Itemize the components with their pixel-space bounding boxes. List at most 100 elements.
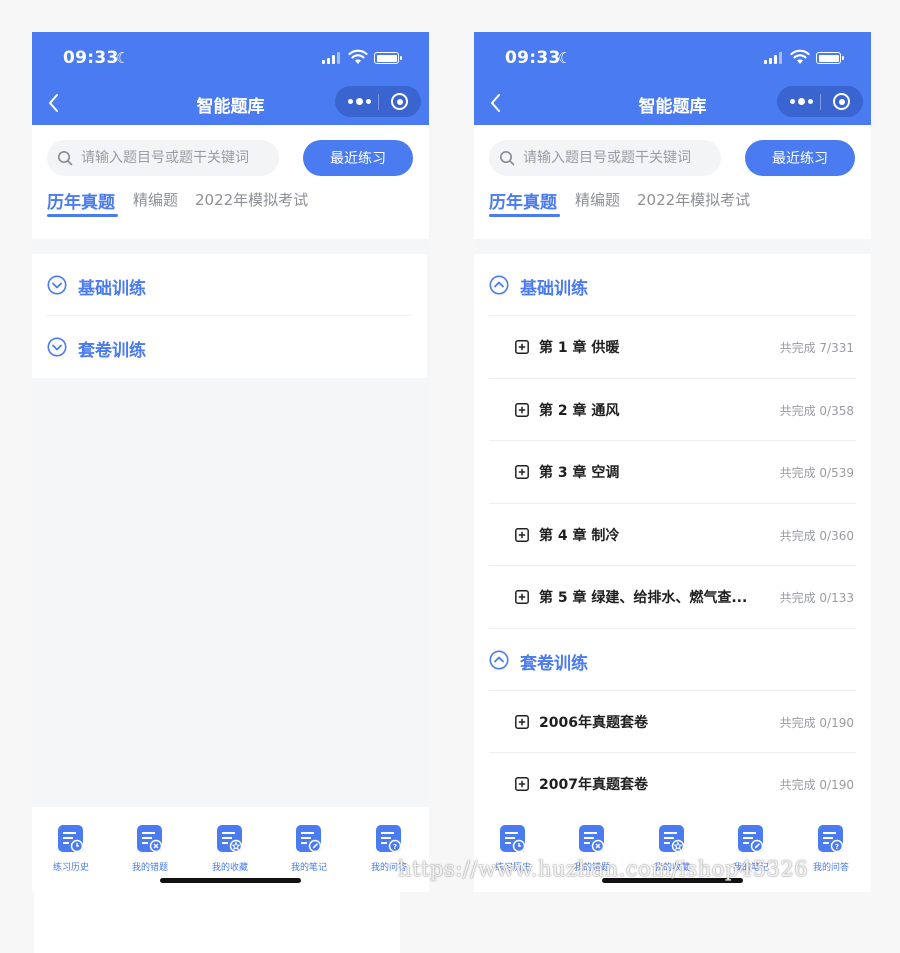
toolbar-favorites[interactable]: 我的收藏 [193, 825, 267, 877]
chevron-down-circle-icon [47, 275, 67, 295]
tab-past-exams[interactable]: 历年真题 [47, 188, 118, 217]
paper-title: 2007年真题套卷 [539, 777, 648, 793]
paper-progress: 共完成 0/190 [779, 715, 854, 730]
chapter-title: 第 5 章 绿建、给排水、燃气查... [539, 590, 748, 606]
chapter-row[interactable]: 第 3 章 空调 共完成 0/539 [474, 441, 871, 504]
watermark-text: https://www.huzhan.com/ishop45326 [398, 857, 809, 881]
history-icon [58, 825, 84, 853]
active-tab-underline [47, 214, 118, 217]
more-icon[interactable] [347, 86, 377, 117]
signal-icon [322, 52, 342, 64]
mini-program-capsule [335, 86, 421, 117]
plus-square-icon[interactable] [515, 777, 529, 791]
paper-progress: 共完成 0/190 [779, 778, 854, 792]
chapter-progress: 共完成 0/133 [779, 591, 854, 605]
section-paper-training[interactable]: 套卷训练 [32, 316, 427, 378]
svg-text:?: ? [835, 843, 839, 851]
search-input[interactable] [81, 140, 273, 176]
notes-icon [296, 825, 322, 853]
tab-curated[interactable]: 精编题 [133, 189, 178, 210]
phone-screen-collapsed: 09:33 ☾ 智能题库 最近练习 历年真题 精编题 2022年模拟考试 基础训… [32, 32, 429, 892]
svg-text:?: ? [393, 843, 397, 851]
nav-bar: 智能题库 [474, 82, 871, 125]
blank-panel [34, 892, 400, 953]
tab-mock-exam[interactable]: 2022年模拟考试 [195, 189, 308, 210]
toolbar-wrong-questions[interactable]: 我的错题 [113, 825, 187, 877]
chapter-progress: 共完成 0/539 [779, 466, 854, 480]
phone-screen-expanded: 09:33 ☾ 智能题库 最近练习 历年真题 精编题 2022年模拟考试 基础训… [474, 32, 871, 892]
recent-practice-button[interactable]: 最近练习 [303, 140, 413, 176]
qa-icon: ? [818, 825, 844, 853]
section-list: 基础训练 套卷训练 [32, 254, 427, 378]
tab-past-exams[interactable]: 历年真题 [489, 188, 560, 217]
section-title: 套卷训练 [78, 341, 146, 361]
section-title: 基础训练 [78, 279, 146, 299]
chapter-progress: 共完成 0/360 [779, 528, 854, 543]
battery-icon [374, 52, 402, 64]
section-title: 基础训练 [520, 279, 588, 299]
capsule-divider [820, 94, 821, 110]
paper-row[interactable]: 2006年真题套卷 共完成 0/190 [474, 691, 871, 753]
toolbar-history[interactable]: 练习历史 [34, 825, 108, 877]
wifi-icon [790, 49, 810, 64]
chapter-progress: 共完成 7/331 [779, 341, 854, 355]
toolbar-label: 我的错题 [131, 863, 168, 873]
status-bar: 09:33 ☾ [32, 32, 429, 82]
active-tab-underline [489, 214, 560, 217]
chapter-row[interactable]: 第 1 章 供暖 共完成 7/331 [474, 316, 871, 379]
home-indicator [160, 878, 301, 883]
chapter-progress: 共完成 0/358 [779, 403, 854, 418]
toolbar-label: 我的收藏 [211, 863, 248, 873]
status-time: 09:33 [505, 48, 561, 68]
favorites-icon [217, 825, 243, 853]
section-basic-training[interactable]: 基础训练 [32, 254, 427, 316]
moon-icon: ☾ [558, 49, 572, 67]
toolbar-label: 我的笔记 [290, 863, 327, 873]
search-icon [500, 151, 515, 166]
toolbar-notes[interactable]: 我的笔记 [272, 825, 346, 877]
favorites-icon [659, 825, 685, 853]
chevron-up-circle-icon [489, 650, 509, 669]
plus-square-icon[interactable] [515, 465, 529, 479]
chapter-title: 第 1 章 供暖 [539, 340, 620, 356]
status-bar: 09:33 ☾ [474, 32, 871, 82]
plus-square-icon[interactable] [515, 527, 529, 542]
capsule-divider [378, 94, 379, 110]
more-icon[interactable] [789, 86, 819, 117]
search-box [489, 140, 721, 176]
wrong-questions-icon [579, 825, 605, 853]
close-miniprogram-icon[interactable] [391, 93, 408, 110]
search-icon [58, 151, 73, 166]
battery-icon [816, 52, 844, 64]
chapter-row[interactable]: 第 5 章 绿建、给排水、燃气查... 共完成 0/133 [474, 566, 871, 629]
chapter-title: 第 4 章 制冷 [539, 527, 620, 544]
chapter-row[interactable]: 第 2 章 通风 共完成 0/358 [474, 379, 871, 441]
plus-square-icon[interactable] [515, 714, 529, 729]
signal-icon [764, 52, 784, 64]
search-input[interactable] [523, 140, 715, 176]
tab-mock-exam[interactable]: 2022年模拟考试 [637, 189, 750, 210]
plus-square-icon[interactable] [515, 590, 529, 604]
chapter-row[interactable]: 第 4 章 制冷 共完成 0/360 [474, 504, 871, 566]
search-box [47, 140, 279, 176]
close-miniprogram-icon[interactable] [833, 93, 850, 110]
status-time: 09:33 [63, 48, 119, 68]
wrong-questions-icon [137, 825, 163, 853]
toolbar-label: 练习历史 [52, 863, 89, 873]
tab-curated[interactable]: 精编题 [575, 189, 620, 210]
chapter-title: 第 3 章 空调 [539, 465, 620, 481]
chapter-title: 第 2 章 通风 [539, 402, 620, 419]
plus-square-icon[interactable] [515, 402, 529, 417]
chevron-down-circle-icon [47, 337, 67, 357]
section-title: 套卷训练 [520, 653, 588, 674]
history-icon [500, 825, 526, 853]
qa-icon: ? [376, 825, 402, 853]
moon-icon: ☾ [116, 49, 130, 67]
notes-icon [738, 825, 764, 853]
section-basic-training[interactable]: 基础训练 [474, 254, 871, 316]
plus-square-icon[interactable] [515, 340, 529, 354]
recent-practice-button[interactable]: 最近练习 [745, 140, 855, 176]
paper-title: 2006年真题套卷 [539, 714, 648, 731]
section-paper-training[interactable]: 套卷训练 [474, 629, 871, 691]
nav-bar: 智能题库 [32, 82, 429, 125]
